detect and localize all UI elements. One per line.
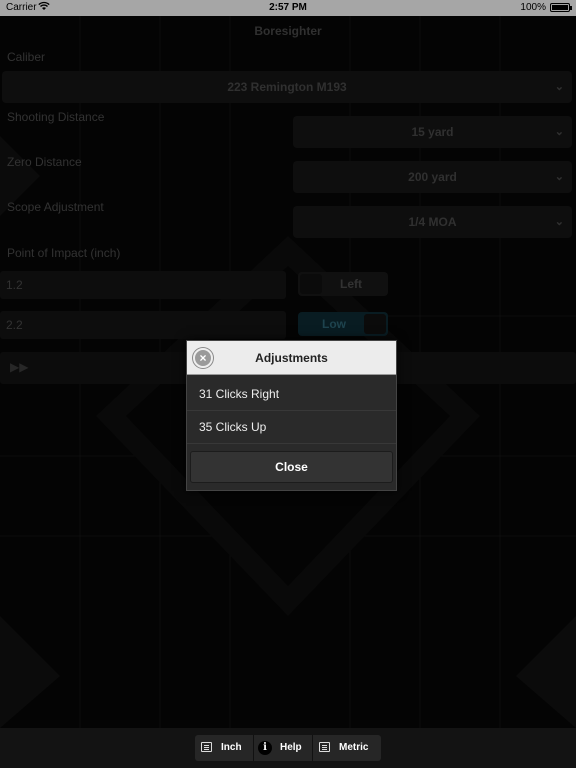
info-icon: i xyxy=(258,741,272,755)
help-button[interactable]: i Help xyxy=(254,735,312,761)
adjustments-dialog: × Adjustments 31 Clicks Right 35 Clicks … xyxy=(186,340,397,491)
adjustment-item: 31 Clicks Right xyxy=(187,378,396,411)
inch-button[interactable]: Inch xyxy=(195,735,253,761)
list-icon xyxy=(319,742,330,752)
toolbar-segment: Inch i Help Metric xyxy=(195,735,381,761)
metric-label: Metric xyxy=(339,742,369,753)
adjustment-item: 35 Clicks Up xyxy=(187,411,396,444)
inch-label: Inch xyxy=(221,742,242,753)
close-button[interactable]: Close xyxy=(190,451,393,483)
list-icon xyxy=(201,742,212,752)
dialog-title: Adjustments xyxy=(255,351,328,365)
metric-button[interactable]: Metric xyxy=(313,735,381,761)
dialog-header: × Adjustments xyxy=(187,341,396,375)
bottom-toolbar: Inch i Help Metric xyxy=(0,728,576,768)
help-label: Help xyxy=(280,742,302,753)
